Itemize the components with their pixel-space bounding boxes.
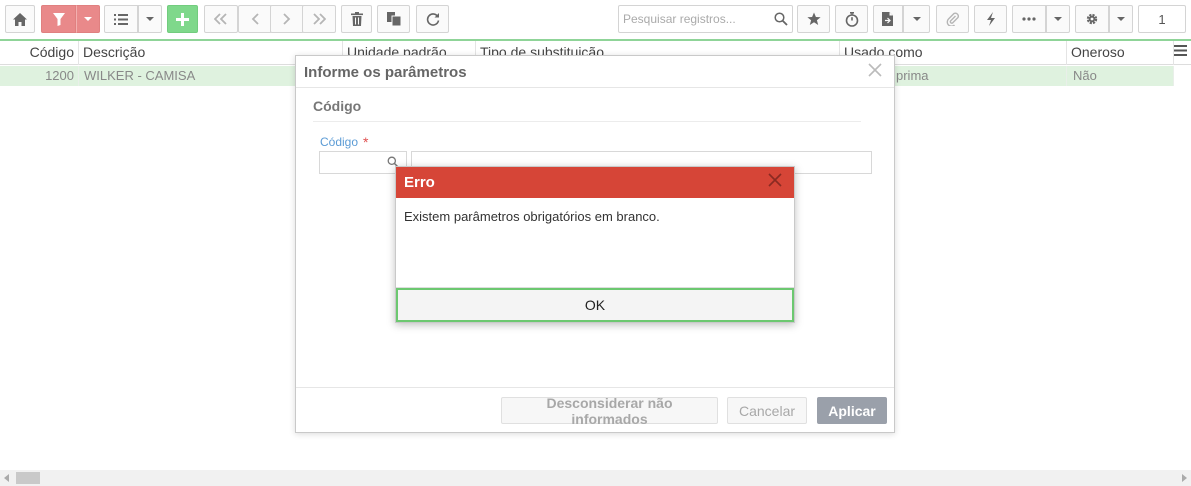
error-dialog-header: Erro xyxy=(396,167,794,198)
list-view-button[interactable] xyxy=(104,5,138,33)
section-title: Código xyxy=(313,98,362,114)
chevron-down-icon xyxy=(912,17,921,21)
lightning-icon xyxy=(986,12,995,26)
first-page-button[interactable] xyxy=(204,5,238,33)
hamburger-menu-icon[interactable] xyxy=(1174,45,1187,56)
filter-dropdown-button[interactable] xyxy=(76,5,100,33)
gear-icon xyxy=(1086,13,1098,25)
chevron-down-icon xyxy=(1054,17,1062,21)
apply-button[interactable]: Aplicar xyxy=(817,397,887,424)
home-icon xyxy=(13,12,27,26)
settings-button[interactable] xyxy=(1075,5,1109,33)
search-input[interactable] xyxy=(619,6,769,32)
report-button[interactable] xyxy=(873,5,903,33)
report-icon xyxy=(882,12,893,26)
next-page-icon xyxy=(283,13,291,25)
copy-icon xyxy=(386,12,401,26)
refresh-icon xyxy=(426,13,439,26)
codigo-field-label: Código xyxy=(320,135,359,149)
filter-button[interactable] xyxy=(41,5,76,33)
filter-icon xyxy=(52,12,65,26)
favorite-button[interactable] xyxy=(797,5,830,33)
paperclip-icon xyxy=(946,12,959,26)
more-icon xyxy=(1022,17,1036,21)
column-header-codigo[interactable]: Código xyxy=(0,41,79,65)
plus-icon xyxy=(176,12,189,26)
chevron-down-icon xyxy=(1117,17,1125,21)
settings-dropdown-button[interactable] xyxy=(1109,5,1133,33)
list-icon xyxy=(114,13,128,25)
copy-button[interactable] xyxy=(377,5,410,33)
close-icon[interactable] xyxy=(768,173,782,187)
attachments-button[interactable] xyxy=(936,5,969,33)
report-dropdown-button[interactable] xyxy=(903,5,930,33)
timer-button[interactable] xyxy=(835,5,868,33)
cell-codigo: 1200 xyxy=(0,66,79,86)
search-box xyxy=(618,5,793,33)
section-divider xyxy=(313,121,861,122)
first-page-icon xyxy=(214,13,227,25)
search-icon[interactable] xyxy=(774,12,788,26)
delete-button[interactable] xyxy=(341,5,372,33)
trash-icon xyxy=(350,12,363,26)
parameters-dialog-header: Informe os parâmetros xyxy=(296,56,894,88)
home-button[interactable] xyxy=(5,5,35,33)
page-number[interactable]: 1 xyxy=(1138,5,1186,33)
scroll-left-icon[interactable] xyxy=(4,474,9,482)
star-icon xyxy=(806,12,821,25)
last-page-button[interactable] xyxy=(302,5,336,33)
prev-page-button[interactable] xyxy=(238,5,272,33)
prev-page-icon xyxy=(251,13,259,25)
chevron-down-icon xyxy=(84,17,92,21)
error-dialog-title: Erro xyxy=(404,174,435,191)
parameters-dialog-footer: Desconsiderar não informados Cancelar Ap… xyxy=(296,387,894,432)
add-record-button[interactable] xyxy=(167,5,198,33)
scroll-right-icon[interactable] xyxy=(1182,474,1187,482)
list-view-dropdown-button[interactable] xyxy=(138,5,162,33)
toolbar: 1 xyxy=(0,0,1191,40)
ok-button[interactable]: OK xyxy=(396,288,794,322)
error-message: Existem parâmetros obrigatórios em branc… xyxy=(404,209,660,224)
stopwatch-icon xyxy=(845,11,858,27)
scrollbar-thumb[interactable] xyxy=(16,472,40,484)
more-button[interactable] xyxy=(1012,5,1046,33)
column-header-oneroso[interactable]: Oneroso xyxy=(1067,41,1174,65)
chevron-down-icon xyxy=(146,17,154,21)
close-icon[interactable] xyxy=(868,63,882,77)
refresh-button[interactable] xyxy=(416,5,449,33)
actions-button[interactable] xyxy=(974,5,1007,33)
next-page-button[interactable] xyxy=(270,5,304,33)
parameters-dialog-title: Informe os parâmetros xyxy=(304,64,467,81)
error-dialog: Erro Existem parâmetros obrigatórios em … xyxy=(395,166,795,323)
cancel-button[interactable]: Cancelar xyxy=(727,397,807,424)
cell-oneroso: Não xyxy=(1067,66,1174,86)
ignore-missing-button[interactable]: Desconsiderar não informados xyxy=(501,395,718,427)
more-dropdown-button[interactable] xyxy=(1046,5,1070,33)
horizontal-scrollbar[interactable] xyxy=(0,470,1191,486)
last-page-icon xyxy=(313,13,326,25)
required-marker: * xyxy=(363,134,369,150)
